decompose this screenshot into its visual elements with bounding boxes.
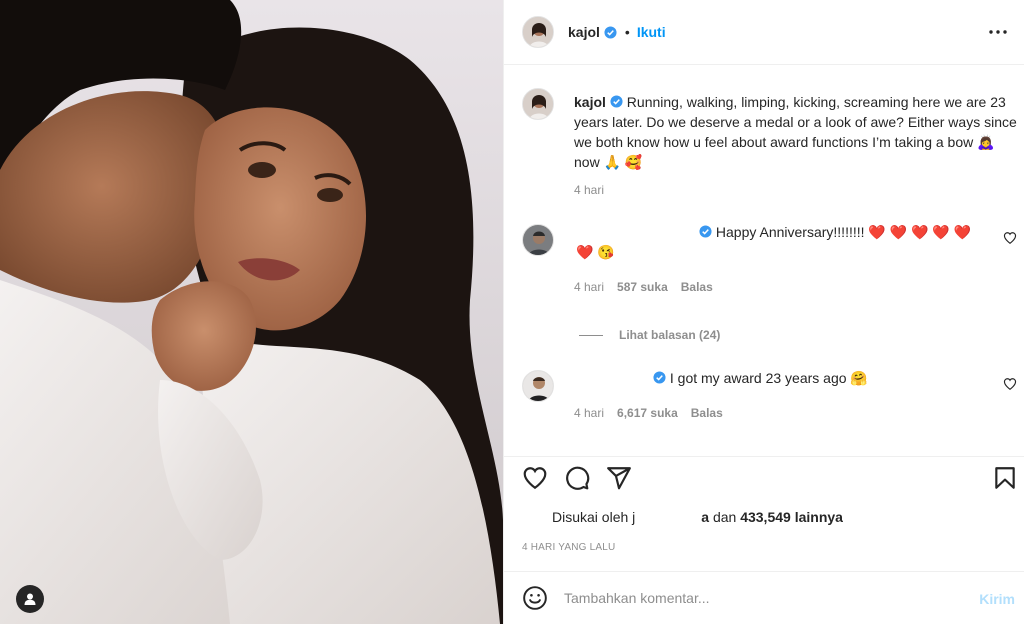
post-comment-button[interactable]: Kirim [979,591,1015,607]
post-timestamp[interactable]: 4 HARI YANG LALU [522,542,615,553]
verified-icon [653,371,666,384]
caption-username[interactable]: kajol [574,94,606,110]
comment-1-text: Happy Anniversary!!!!!!!! ❤️ ❤️ ❤️ ❤️ ❤️ [715,224,972,240]
comment-2-like-icon[interactable] [1003,377,1017,391]
liked-by-middle: dan [709,509,741,525]
follow-button[interactable]: Ikuti [637,24,666,40]
comment-2-meta: 4 hari 6,617 suka Balas [574,406,723,420]
author-username[interactable]: kajol [568,24,600,40]
view-replies-line [579,334,603,336]
post-caption: kajol Running, walking, limping, kicking… [574,92,1019,172]
post-details-panel: kajol • Ikuti kajol Running, walking, li… [503,0,1024,624]
liked-by-prefix[interactable]: Disukai oleh j [552,509,635,525]
author-avatar[interactable] [522,16,554,48]
heart-icon[interactable] [522,465,548,491]
verified-icon [699,225,712,238]
verified-icon [604,25,617,39]
caption-meta: 4 hari [574,183,604,197]
liked-by-count[interactable]: 433,549 lainnya [740,509,843,525]
view-replies-label: Lihat balasan (24) [619,328,721,342]
comment-2-time[interactable]: 4 hari [574,406,604,420]
comment-1-meta: 4 hari 587 suka Balas [574,280,713,294]
comment-1-body: Happy Anniversary!!!!!!!! ❤️ ❤️ ❤️ ❤️ ❤️ [695,222,971,242]
comment-1-likes[interactable]: 587 suka [617,280,668,294]
post-actions: Disukai oleh j a dan 433,549 lainnya 4 HA… [504,456,1024,571]
comment-1-text-line2: ❤️ 😘 [576,244,615,260]
comment-1-avatar[interactable] [522,224,554,256]
post-photo-illustration [0,0,503,624]
comment-2-avatar[interactable] [522,370,554,402]
view-replies-button[interactable]: Lihat balasan (24) [579,328,720,342]
caption-text: Running, walking, limping, kicking, scre… [574,94,1017,170]
comment-2-likes[interactable]: 6,617 suka [617,406,678,420]
comment-1-like-icon[interactable] [1003,231,1017,245]
liked-by-summary[interactable]: Disukai oleh j a dan 433,549 lainnya [552,509,843,525]
comment-1-reply-button[interactable]: Balas [681,280,713,294]
post-header: kajol • Ikuti [504,0,1024,65]
emoji-icon[interactable] [522,585,548,611]
post-image[interactable] [0,0,503,624]
separator-dot: • [624,24,630,40]
user-tag-icon[interactable] [16,585,44,613]
comment-2-reply-button[interactable]: Balas [691,406,723,420]
share-icon[interactable] [606,465,632,491]
comment-input[interactable] [564,590,944,606]
caption-author-avatar[interactable] [522,88,554,120]
more-icon[interactable] [986,22,1010,42]
comment-2-text: I got my award 23 years ago 🤗 [669,370,868,386]
caption-time[interactable]: 4 hari [574,183,604,197]
comment-2-body: I got my award 23 years ago 🤗 [649,368,868,388]
add-comment-bar: Kirim [504,571,1024,624]
comments-list: kajol Running, walking, limping, kicking… [504,66,1024,456]
liked-by-user-suffix[interactable]: a [701,509,709,525]
verified-icon [610,95,623,108]
comment-1-time[interactable]: 4 hari [574,280,604,294]
comment-icon[interactable] [564,465,590,491]
bookmark-icon[interactable] [992,465,1018,491]
